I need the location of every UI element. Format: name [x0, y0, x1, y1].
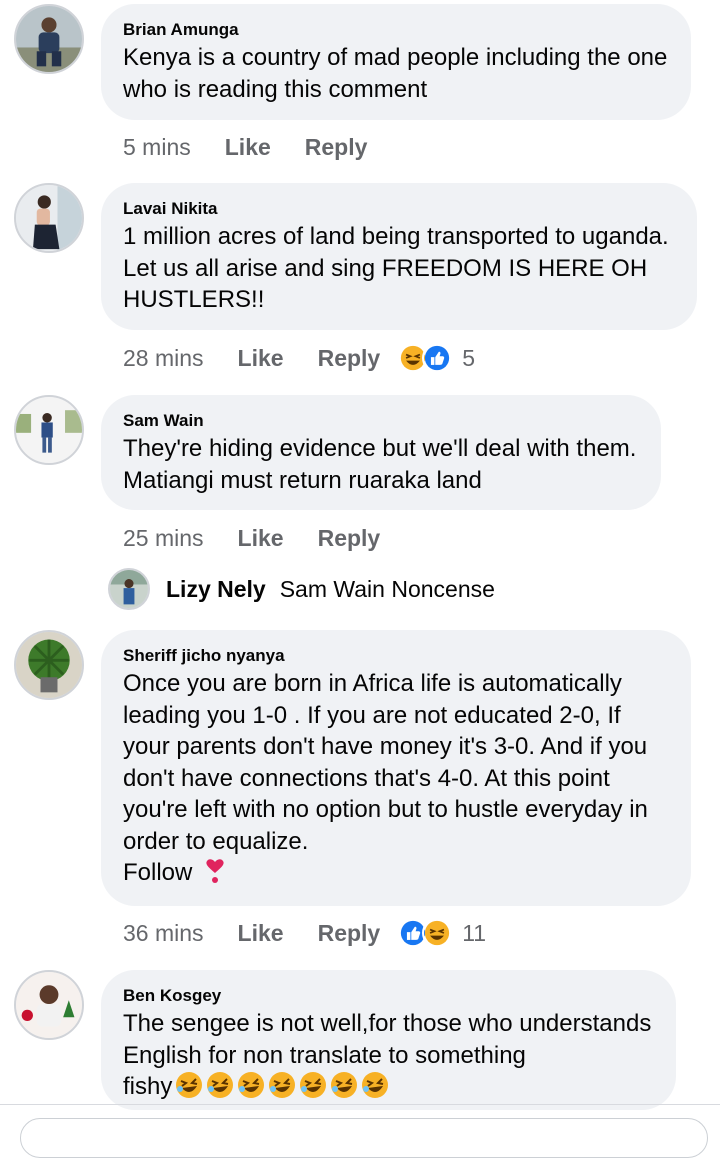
like-button[interactable]: Like — [238, 920, 284, 947]
reaction-summary[interactable]: 11 — [398, 918, 486, 948]
comment-author[interactable]: Sheriff jicho nyanya — [123, 644, 669, 668]
rolling-laughing-icon — [175, 1071, 203, 1099]
like-button[interactable]: Like — [238, 345, 284, 372]
comment-text: 1 million acres of land being transporte… — [123, 223, 669, 313]
comment-follow-line: Follow — [123, 857, 669, 889]
comment-timestamp[interactable]: 5 mins — [123, 134, 191, 161]
comment-text: Once you are born in Africa life is auto… — [123, 670, 648, 855]
avatar[interactable] — [108, 568, 150, 610]
comment-actions: 5 mins Like Reply — [123, 132, 401, 162]
rolling-laughing-icon — [268, 1071, 296, 1099]
comment-bubble: Sheriff jicho nyanya Once you are born i… — [101, 630, 691, 906]
reply-button[interactable]: Reply — [318, 525, 381, 552]
reaction-count[interactable]: 11 — [462, 920, 486, 947]
comment-author[interactable]: Brian Amunga — [123, 18, 669, 42]
like-button[interactable]: Like — [238, 525, 284, 552]
comment-text: The sengee is not well,for those who und… — [123, 1010, 652, 1069]
comment-author[interactable]: Lavai Nikita — [123, 197, 675, 221]
rolling-laughing-icon — [237, 1071, 265, 1099]
comment-author[interactable]: Sam Wain — [123, 409, 639, 433]
comment-bubble: Brian Amunga Kenya is a country of mad p… — [101, 4, 691, 120]
follow-text: Follow — [123, 859, 193, 886]
reaction-summary[interactable]: 5 — [398, 343, 475, 373]
rolling-laughing-icon — [330, 1071, 358, 1099]
comment-bubble: Lavai Nikita 1 million acres of land bei… — [101, 183, 697, 330]
tail-text: fishy — [123, 1073, 173, 1100]
comment-text: They're hiding evidence but we'll deal w… — [123, 435, 637, 494]
comment-author[interactable]: Ben Kosgey — [123, 984, 654, 1008]
comment-actions: 25 mins Like Reply — [123, 523, 414, 553]
rolling-laughing-icon — [206, 1071, 234, 1099]
like-reaction-icon — [422, 343, 453, 373]
comment-bubble: Ben Kosgey The sengee is not well,for th… — [101, 970, 676, 1110]
reply-text: Sam Wain Noncense — [279, 575, 495, 602]
comment-input-box[interactable] — [20, 1118, 708, 1158]
heart-exclamation-icon — [204, 858, 226, 884]
reply-preview[interactable]: Lizy Nely Sam Wain Noncense — [108, 568, 495, 610]
reply-button[interactable]: Reply — [305, 134, 368, 161]
reaction-count[interactable]: 5 — [462, 345, 475, 372]
like-button[interactable]: Like — [225, 134, 271, 161]
haha-reaction-icon — [422, 918, 453, 948]
rolling-laughing-icon — [299, 1071, 327, 1099]
reply-button[interactable]: Reply — [318, 345, 381, 372]
avatar[interactable] — [14, 970, 84, 1040]
reply-button[interactable]: Reply — [318, 920, 381, 947]
divider — [0, 1104, 720, 1105]
comment-text-tail: fishy — [123, 1071, 654, 1103]
reply-author[interactable]: Lizy Nely — [166, 576, 266, 603]
comment-actions: 36 mins Like Reply 11 — [123, 918, 486, 948]
comment-timestamp[interactable]: 28 mins — [123, 345, 204, 372]
rolling-laughing-icon — [361, 1071, 389, 1099]
comment-text: Kenya is a country of mad people includi… — [123, 44, 668, 103]
avatar[interactable] — [14, 183, 84, 253]
comment-actions: 28 mins Like Reply 5 — [123, 343, 475, 373]
comment-timestamp[interactable]: 25 mins — [123, 525, 204, 552]
comment-timestamp[interactable]: 36 mins — [123, 920, 204, 947]
avatar[interactable] — [14, 4, 84, 74]
comment-bubble: Sam Wain They're hiding evidence but we'… — [101, 395, 661, 510]
avatar[interactable] — [14, 630, 84, 700]
avatar[interactable] — [14, 395, 84, 465]
